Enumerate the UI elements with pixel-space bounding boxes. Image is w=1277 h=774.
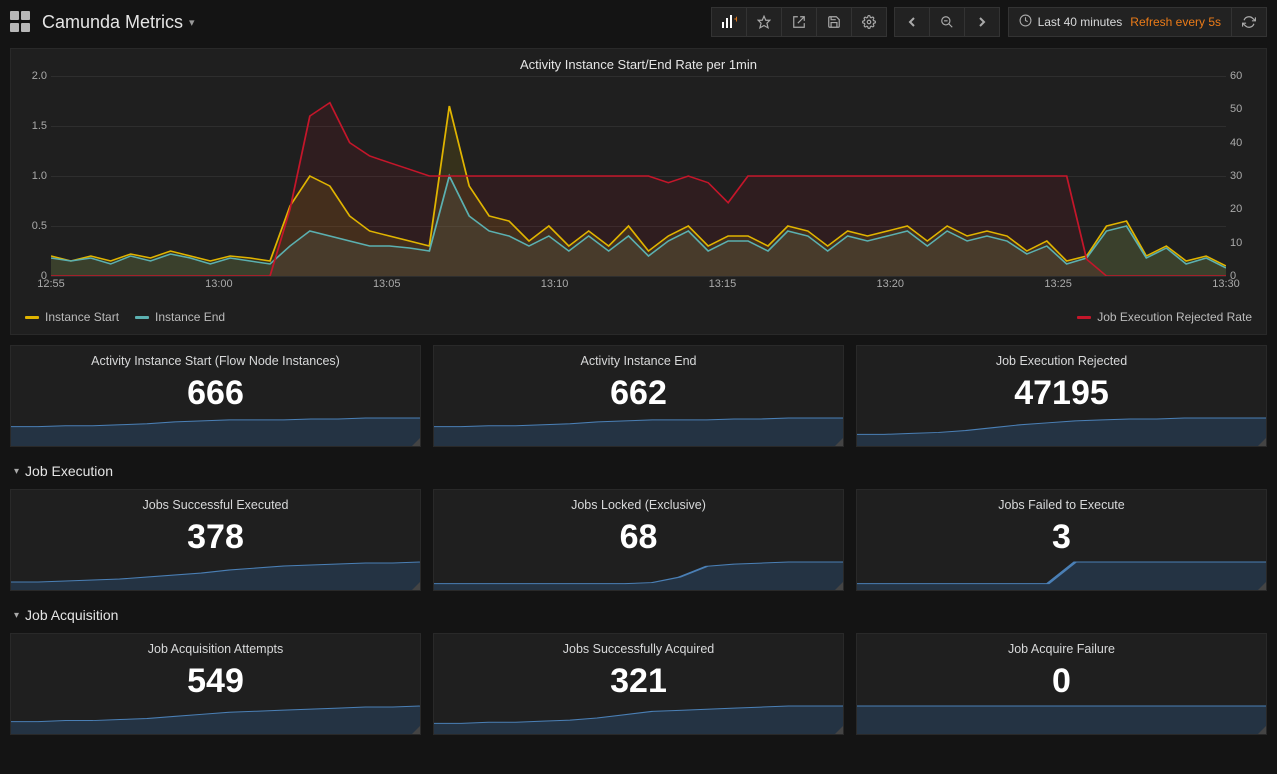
stat-panel-jobs-successfully-acquired[interactable]: Jobs Successfully Acquired 321 [433,633,844,735]
time-forward-button[interactable] [964,7,1000,37]
stat-row-3: Job Acquisition Attempts 549 Jobs Successf… [10,633,1267,735]
resize-handle-icon[interactable] [1258,726,1266,734]
dashboard-title[interactable]: Camunda Metrics [42,12,183,33]
y-axis-right: 0102030405060 [1230,76,1264,276]
stat-value: 549 [11,662,420,701]
resize-handle-icon[interactable] [1258,582,1266,590]
share-button[interactable] [781,7,817,37]
time-back-button[interactable] [894,7,930,37]
resize-handle-icon[interactable] [1258,438,1266,446]
chevron-down-icon: ▾ [14,466,19,477]
chart-lines [51,76,1226,276]
stat-panel-jobs-failed-to-execute[interactable]: Jobs Failed to Execute 3 [856,489,1267,591]
section-label: Job Acquisition [25,607,118,623]
toolbar-group-main: + [712,7,887,37]
stat-panel-job-acquire-failure[interactable]: Job Acquire Failure 0 [856,633,1267,735]
toolbar-group-nav [895,7,1000,37]
sparkline [11,560,420,590]
stat-title: Activity Instance Start (Flow Node Insta… [11,346,420,370]
stat-panel-job-acquisition-attempts[interactable]: Job Acquisition Attempts 549 [10,633,421,735]
legend-instance-start[interactable]: Instance Start [25,310,119,324]
stat-title: Activity Instance End [434,346,843,370]
time-range-label: Last 40 minutes [1038,15,1123,29]
y-axis-left: 00.51.01.52.0 [13,76,47,276]
stat-value: 3 [857,518,1266,557]
chart-legend: Instance Start Instance End Job Executio… [11,306,1266,334]
dashboard-body: Activity Instance Start/End Rate per 1mi… [0,44,1277,755]
section-job-execution[interactable]: ▾ Job Execution [14,463,1267,479]
stat-panel-activity-instance-end[interactable]: Activity Instance End 662 [433,345,844,447]
stat-value: 321 [434,662,843,701]
panel-activity-rate-chart[interactable]: Activity Instance Start/End Rate per 1mi… [10,48,1267,335]
zoom-out-button[interactable] [929,7,965,37]
panel-title: Activity Instance Start/End Rate per 1mi… [11,49,1266,76]
refresh-button[interactable] [1231,7,1267,37]
resize-handle-icon[interactable] [835,582,843,590]
resize-handle-icon[interactable] [835,726,843,734]
section-label: Job Execution [25,463,113,479]
chevron-down-icon: ▾ [14,610,19,621]
refresh-interval-label: Refresh every 5s [1130,15,1221,29]
stat-value: 47195 [857,374,1266,413]
sparkline [857,560,1266,590]
stat-value: 68 [434,518,843,557]
add-panel-button[interactable]: + [711,7,747,37]
sparkline [434,704,843,734]
legend-instance-end[interactable]: Instance End [135,310,225,324]
stat-title: Jobs Successfully Acquired [434,634,843,658]
resize-handle-icon[interactable] [412,438,420,446]
stat-value: 378 [11,518,420,557]
sparkline [11,704,420,734]
clock-icon [1019,14,1032,30]
stat-title: Job Acquire Failure [857,634,1266,658]
stat-title: Jobs Failed to Execute [857,490,1266,514]
stat-value: 0 [857,662,1266,701]
resize-handle-icon[interactable] [412,582,420,590]
star-button[interactable] [746,7,782,37]
stat-title: Job Execution Rejected [857,346,1266,370]
top-bar: Camunda Metrics ▾ + L [0,0,1277,44]
stat-title: Job Acquisition Attempts [11,634,420,658]
stat-panel-job-execution-rejected[interactable]: Job Execution Rejected 47195 [856,345,1267,447]
legend-job-rejected-rate[interactable]: Job Execution Rejected Rate [1077,310,1252,324]
dashboard-picker-caret-icon[interactable]: ▾ [189,16,195,29]
stat-panel-jobs-successful-executed[interactable]: Jobs Successful Executed 378 [10,489,421,591]
resize-handle-icon[interactable] [412,726,420,734]
stat-value: 666 [11,374,420,413]
sparkline [434,416,843,446]
grafana-logo-icon[interactable] [10,11,32,33]
sparkline [857,704,1266,734]
x-axis: 12:5513:0013:0513:1013:1513:2013:2513:30 [51,278,1226,298]
stat-panel-jobs-locked-exclusive[interactable]: Jobs Locked (Exclusive) 68 [433,489,844,591]
section-job-acquisition[interactable]: ▾ Job Acquisition [14,607,1267,623]
resize-handle-icon[interactable] [835,438,843,446]
time-range-picker[interactable]: Last 40 minutes Refresh every 5s [1008,7,1232,37]
stat-panel-activity-instance-start[interactable]: Activity Instance Start (Flow Node Insta… [10,345,421,447]
settings-button[interactable] [851,7,887,37]
chart-plot-area[interactable]: 00.51.01.52.0 0102030405060 12:5513:0013… [51,76,1226,306]
stat-title: Jobs Successful Executed [11,490,420,514]
stat-title: Jobs Locked (Exclusive) [434,490,843,514]
sparkline [11,416,420,446]
sparkline [857,416,1266,446]
stat-row-2: Jobs Successful Executed 378 Jobs Locked (… [10,489,1267,591]
stat-row-1: Activity Instance Start (Flow Node Insta… [10,345,1267,447]
stat-value: 662 [434,374,843,413]
sparkline [434,560,843,590]
save-button[interactable] [816,7,852,37]
svg-text:+: + [734,15,737,24]
